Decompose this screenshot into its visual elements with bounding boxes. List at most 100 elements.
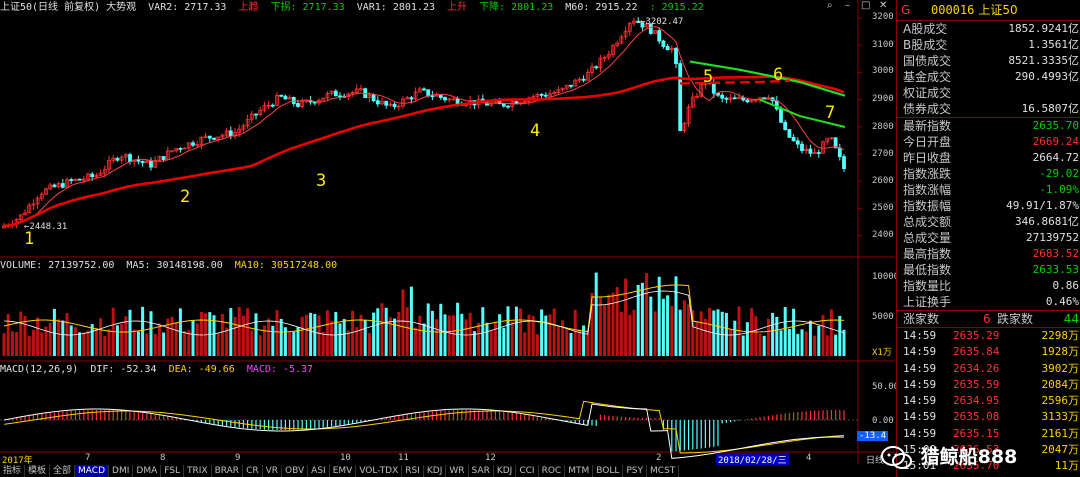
tick-volume: 2596万 [1041,394,1080,408]
wave-mark-label: 1 [24,229,34,249]
volume-bar [48,323,52,356]
stat-value: 16.5807亿 [1021,102,1079,115]
candle-body [69,179,74,182]
candle-body [837,147,842,158]
stat-value: -29.02 [1039,167,1079,180]
candle-body [422,88,426,91]
up-trend-label: 上趋 [238,2,259,13]
chart-area[interactable]: ←3202.47 ←2448.31 1 2 3 4 5 6 7 上证50(日线 前复权) 大势观… [0,0,899,477]
volume-bar [99,318,103,356]
volume-bar [720,311,724,356]
volume-bar [246,308,250,356]
candle-body [392,103,397,108]
candle-body [228,130,233,137]
volume-bar [430,310,434,356]
indicator-tab[interactable]: ASI [308,465,330,477]
x-tick-label: 12 [485,453,496,463]
stat-label: 指数量比 [903,279,952,293]
volume-bar [619,311,623,356]
search-icon[interactable]: ⌕ [827,0,833,11]
indicator-tab[interactable]: MACD [75,465,110,477]
volume-bar [267,318,271,356]
price-tick-label: 2900 [872,94,894,104]
indicator-tab[interactable]: WR [446,465,469,477]
candle-body [191,142,195,146]
tick-volume: 1928万 [1041,345,1080,359]
tick-time: 14:59 [903,361,937,375]
macd-current-badge: -13.4 [857,431,889,441]
indicator-tab[interactable]: SAR [469,465,494,477]
stat-row: 最高指数 2683.52 [897,246,1080,262]
stat-row: 指数量比 0.86 [897,278,1080,294]
indicator-tab[interactable]: ROC [539,465,566,477]
volume-bar [195,323,199,356]
candle-body [808,148,813,154]
indicator-tab[interactable]: BRAR [212,465,244,477]
stat-label: 最低指数 [903,263,952,277]
candle-body [128,154,132,163]
volume-bar [435,319,439,356]
indicator-tab[interactable]: RSI [402,465,424,477]
candle-body [783,121,788,130]
advance-decline-row: 涨家数 6 跌家数 44 [897,311,1080,327]
indicator-tab[interactable]: BOLL [593,465,624,477]
indicator-tab[interactable]: 模板 [25,465,51,477]
volume-bar [632,309,636,356]
stat-row: 指数涨跌 -29.02 [897,166,1080,182]
volume-bar [36,317,40,356]
indicator-tab[interactable]: TRIX [184,465,212,477]
x-tick-label: 2 [656,453,662,463]
volume-bar [57,319,61,356]
indicator-tab[interactable]: VOL-TDX [356,465,403,477]
volume-bar [229,308,233,356]
candle-body [581,78,586,81]
indicator-tab[interactable]: CCI [516,465,539,477]
indicator-tab[interactable]: MCST [647,465,680,477]
indicator-tab[interactable]: KDJ [494,465,517,477]
indicator-tab[interactable]: FSL [161,465,184,477]
volume-bar [409,286,413,356]
indicator-tab[interactable]: PSY [623,465,648,477]
stat-label: 基金成交 [903,70,952,84]
minimize-icon[interactable]: – [845,0,850,11]
volume-bar [300,316,304,356]
stat-value: 1.3561亿 [1028,38,1079,51]
x-tick-label: 10 [340,453,351,463]
candle-body [409,97,414,100]
stat-row: 今日开盘 2669.24 [897,134,1080,150]
volume-bar [275,310,279,356]
indicator-tab[interactable]: EMV [330,465,357,477]
volume-bar [502,327,506,356]
indicator-tab[interactable]: 全部 [50,465,76,477]
indicator-tab[interactable]: OBV [282,465,309,477]
indicator-tab[interactable]: KDJ [424,465,447,477]
candle-body [745,99,750,103]
tick-row: 14:59 2634.26 3902万 [897,361,1080,377]
volume-bar [695,321,699,356]
kline-chart[interactable]: ←3202.47←2448.3112345 67 [0,0,895,477]
volume-bar [78,332,82,356]
stat-row: B股成交 1.3561亿 [897,37,1080,53]
candle-body [178,148,183,150]
x-tick-label: 9 [235,453,241,463]
indicator-tab[interactable]: CR [243,465,263,477]
indicator-tab[interactable]: 指标 [0,465,26,477]
volume-bar [414,327,418,356]
volume-bar [342,319,346,356]
volume-bar [498,314,502,356]
indicator-tab[interactable]: VR [263,465,283,477]
stat-value: 27139752 [1026,231,1079,244]
indicator-tab[interactable]: MTM [565,465,594,477]
volume-bar [376,308,380,356]
volume-bar [149,311,153,356]
volume-bar [90,324,94,356]
stat-row: 权证成交 [897,85,1080,101]
candle-body [762,97,767,100]
volume-bar [107,329,111,356]
close-icon[interactable]: ✕ [879,0,887,11]
maximize-icon[interactable]: □ [861,0,870,11]
indicator-tab[interactable]: DMI [109,465,134,477]
indicator-tab[interactable]: DMA [133,465,162,477]
volume-bar [842,329,846,356]
volume-bar [485,322,489,356]
